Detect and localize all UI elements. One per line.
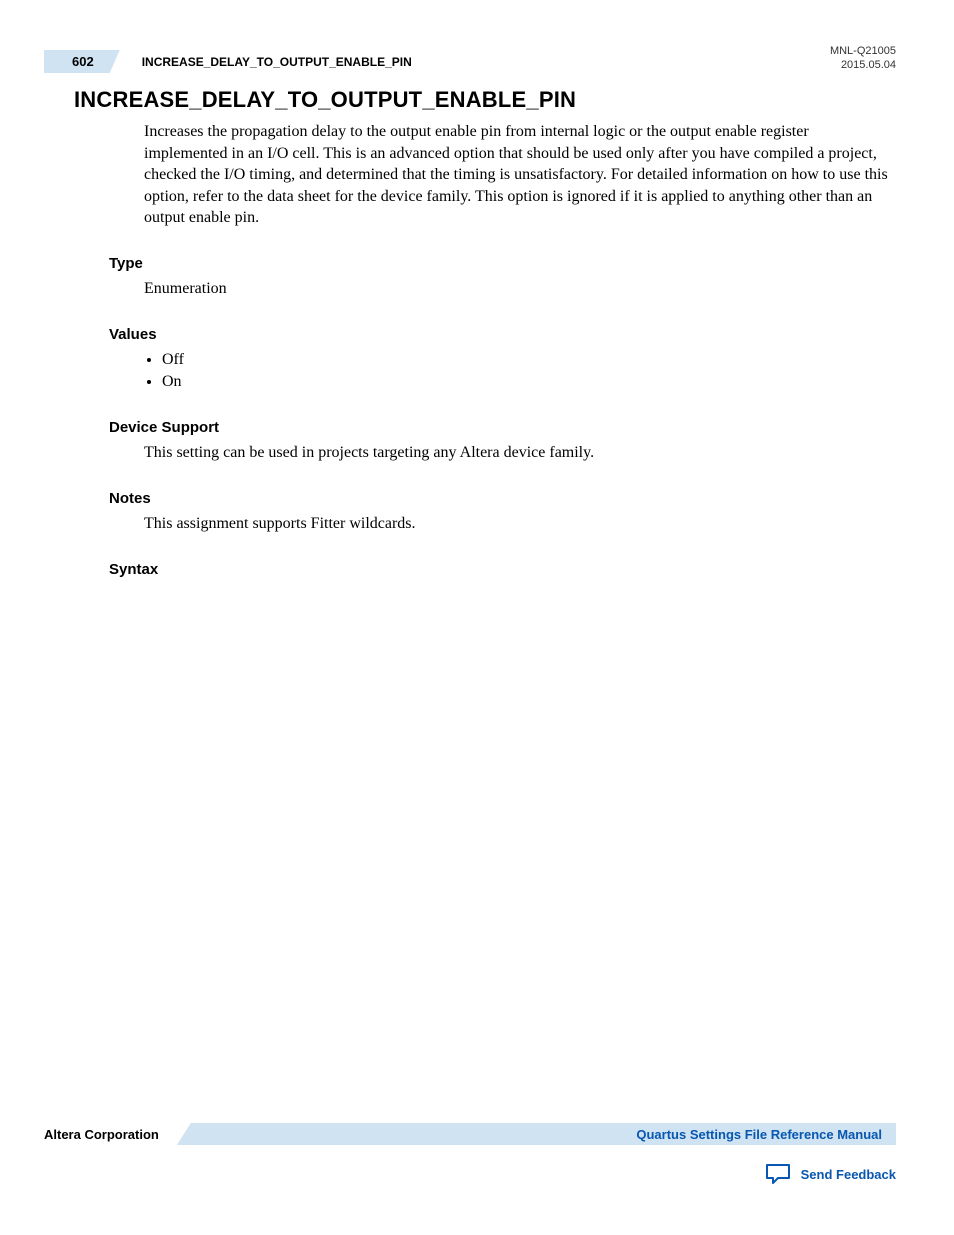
values-label: Values [109, 326, 896, 343]
manual-link[interactable]: Quartus Settings File Reference Manual [636, 1127, 882, 1142]
company-name: Altera Corporation [44, 1127, 159, 1142]
footer-stripe: Quartus Settings File Reference Manual [177, 1123, 896, 1145]
syntax-label: Syntax [109, 561, 896, 578]
page-header: 602 INCREASE_DELAY_TO_OUTPUT_ENABLE_PIN … [44, 44, 896, 73]
device-support-label: Device Support [109, 419, 896, 436]
type-label: Type [109, 255, 896, 272]
footer-bar: Altera Corporation Quartus Settings File… [44, 1123, 896, 1145]
header-section-name: INCREASE_DELAY_TO_OUTPUT_ENABLE_PIN [142, 44, 412, 69]
page-footer: Altera Corporation Quartus Settings File… [44, 1123, 896, 1185]
notes-label: Notes [109, 490, 896, 507]
feedback-row: Send Feedback [44, 1163, 896, 1185]
doc-id-block: MNL-Q21005 2015.05.04 [830, 44, 896, 73]
list-item: Off [162, 349, 896, 371]
send-feedback-link[interactable]: Send Feedback [801, 1167, 896, 1182]
doc-id: MNL-Q21005 [830, 44, 896, 58]
description-text: Increases the propagation delay to the o… [144, 121, 896, 229]
comment-icon[interactable] [765, 1163, 791, 1185]
main-heading: INCREASE_DELAY_TO_OUTPUT_ENABLE_PIN [74, 87, 896, 113]
page-number: 602 [44, 50, 120, 73]
doc-date: 2015.05.04 [830, 58, 896, 72]
list-item: On [162, 371, 896, 393]
device-support-text: This setting can be used in projects tar… [144, 442, 896, 464]
notes-text: This assignment supports Fitter wildcard… [144, 513, 896, 535]
values-list: Off On [162, 349, 896, 394]
type-text: Enumeration [144, 278, 896, 300]
